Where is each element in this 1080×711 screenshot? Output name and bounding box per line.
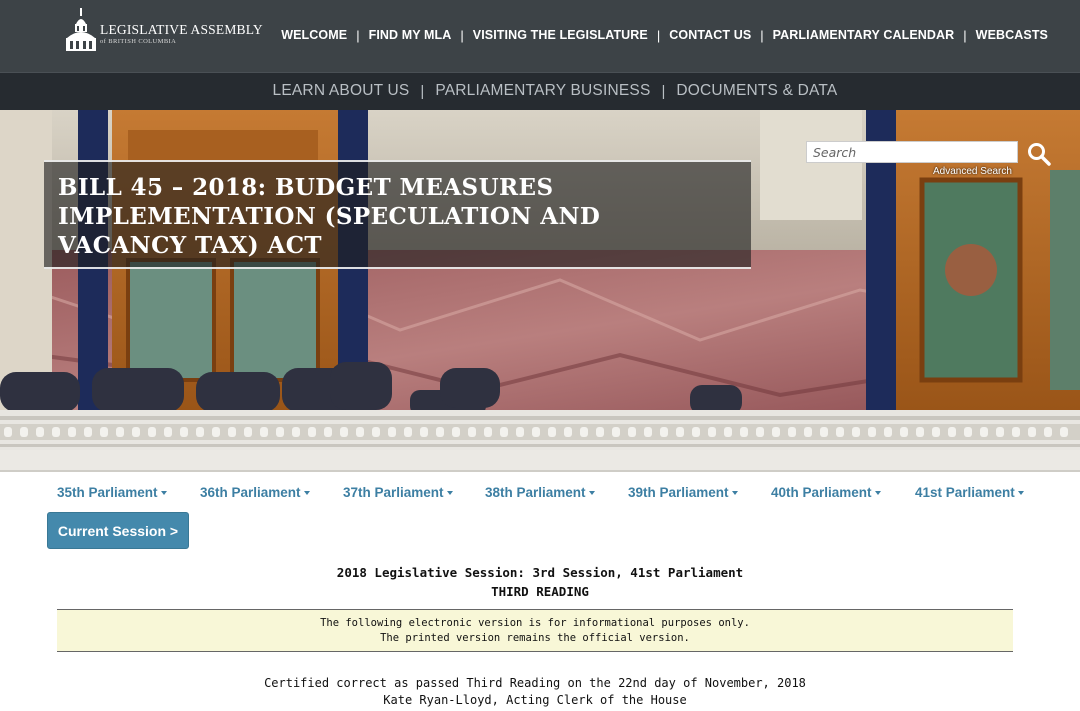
nav-separator: |	[460, 27, 464, 43]
site-logo[interactable]: LEGISLATIVE ASSEMBLY of BRITISH COLUMBIA	[64, 8, 263, 54]
parliament-label: 37th Parliament	[343, 485, 444, 500]
search-icon	[1028, 143, 1051, 166]
nav-contact-us[interactable]: CONTACT US	[669, 28, 751, 42]
search-button[interactable]	[1026, 142, 1052, 168]
nav-separator: |	[661, 82, 666, 100]
nav-find-my-mla[interactable]: FIND MY MLA	[369, 28, 452, 42]
official-version-notice: The following electronic version is for …	[57, 609, 1013, 652]
nav-learn-about-us[interactable]: LEARN ABOUT US	[273, 82, 410, 100]
caret-down-icon	[588, 491, 595, 496]
parliament-40-dropdown[interactable]: 40th Parliament	[771, 485, 881, 500]
parliament-41-dropdown[interactable]: 41st Parliament	[915, 485, 1024, 500]
parliament-label: 38th Parliament	[485, 485, 586, 500]
secondary-navigation: LEARN ABOUT US | PARLIAMENTARY BUSINESS …	[0, 82, 1080, 100]
parliament-39-dropdown[interactable]: 39th Parliament	[628, 485, 738, 500]
nav-visiting-the-legislature[interactable]: VISITING THE LEGISLATURE	[473, 28, 648, 42]
nav-separator: |	[963, 27, 967, 43]
session-header: 2018 Legislative Session: 3rd Session, 4…	[0, 563, 1080, 601]
page-title: BILL 45 – 2018: BUDGET MEASURES IMPLEMEN…	[58, 174, 601, 259]
logo-title: LEGISLATIVE ASSEMBLY	[100, 22, 263, 37]
caret-down-icon	[731, 491, 738, 496]
caret-down-icon	[874, 491, 881, 496]
nav-separator: |	[420, 82, 425, 100]
top-navigation: WELCOME | FIND MY MLA | VISITING THE LEG…	[281, 26, 1048, 44]
current-session-button[interactable]: Current Session >	[47, 512, 189, 549]
certification-block: Certified correct as passed Third Readin…	[0, 675, 1070, 709]
search-input[interactable]	[806, 141, 1018, 163]
nav-separator: |	[656, 27, 661, 43]
parliament-38-dropdown[interactable]: 38th Parliament	[485, 485, 595, 500]
nav-documents-and-data[interactable]: DOCUMENTS & DATA	[676, 82, 837, 100]
nav-webcasts[interactable]: WEBCASTS	[976, 28, 1048, 42]
parliament-36-dropdown[interactable]: 36th Parliament	[200, 485, 310, 500]
nav-parliamentary-calendar[interactable]: PARLIAMENTARY CALENDAR	[773, 28, 955, 42]
top-header: LEGISLATIVE ASSEMBLY of BRITISH COLUMBIA…	[0, 0, 1080, 72]
certified-line: Certified correct as passed Third Readin…	[264, 676, 806, 690]
parliament-selector: 35th Parliament 36th Parliament 37th Par…	[57, 485, 1047, 503]
logo-subtitle: of BRITISH COLUMBIA	[100, 38, 177, 45]
parliament-label: 36th Parliament	[200, 485, 301, 500]
nav-separator: |	[760, 27, 764, 43]
legislature-dome-icon	[66, 8, 96, 51]
session-line: 2018 Legislative Session: 3rd Session, 4…	[336, 565, 744, 580]
caret-down-icon	[1017, 491, 1024, 496]
bill-title-panel: BILL 45 – 2018: BUDGET MEASURES IMPLEMEN…	[44, 160, 751, 269]
nav-parliamentary-business[interactable]: PARLIAMENTARY BUSINESS	[435, 82, 650, 100]
reading-stage: THIRD READING	[491, 584, 589, 599]
caret-down-icon	[160, 491, 167, 496]
parliament-35-dropdown[interactable]: 35th Parliament	[57, 485, 167, 500]
secondary-header: LEARN ABOUT US | PARLIAMENTARY BUSINESS …	[0, 72, 1080, 110]
hero-banner: BILL 45 – 2018: BUDGET MEASURES IMPLEMEN…	[0, 110, 1080, 472]
notice-line: The printed version remains the official…	[380, 632, 690, 644]
parliament-label: 39th Parliament	[628, 485, 729, 500]
parliament-37-dropdown[interactable]: 37th Parliament	[343, 485, 453, 500]
nav-separator: |	[356, 27, 360, 43]
clerk-line: Kate Ryan-Lloyd, Acting Clerk of the Hou…	[383, 693, 687, 707]
parliament-label: 40th Parliament	[771, 485, 872, 500]
caret-down-icon	[303, 491, 310, 496]
parliament-label: 41st Parliament	[915, 485, 1015, 500]
nav-welcome[interactable]: WELCOME	[281, 28, 347, 42]
parliament-label: 35th Parliament	[57, 485, 158, 500]
advanced-search-link[interactable]: Advanced Search	[933, 166, 1012, 177]
notice-line: The following electronic version is for …	[320, 617, 750, 629]
caret-down-icon	[446, 491, 453, 496]
